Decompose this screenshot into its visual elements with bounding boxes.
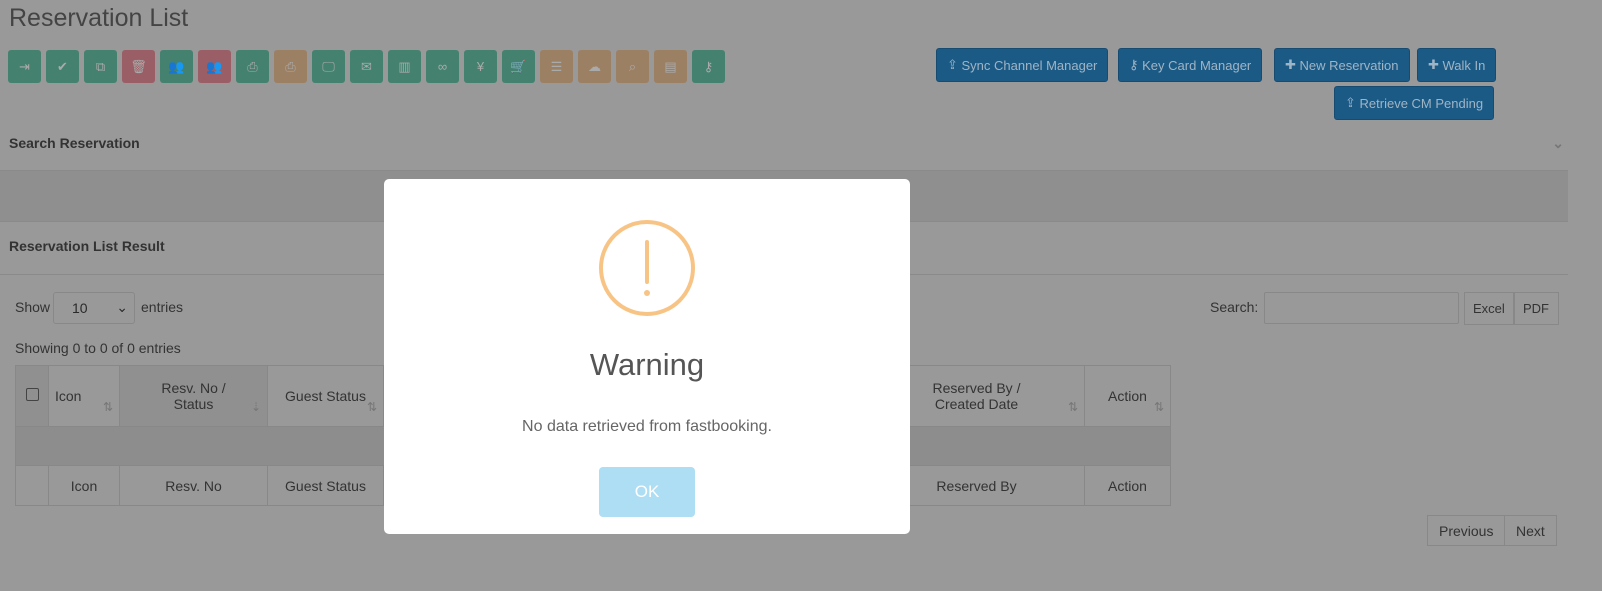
- section-title: Search Reservation: [9, 135, 140, 151]
- entries-select[interactable]: 10 ⌄: [53, 292, 135, 324]
- check-in-icon: ⇥: [19, 58, 30, 74]
- yen-icon: ¥: [476, 59, 485, 74]
- group-remove-icon: 👥: [206, 58, 223, 74]
- sync-channel-manager-button[interactable]: ⇪ Sync Channel Manager: [936, 48, 1109, 82]
- cart-button[interactable]: 🛒: [502, 50, 535, 83]
- check-icon: ✔: [57, 58, 68, 74]
- search-reservation-header[interactable]: Search Reservation ⌄: [0, 135, 1568, 151]
- label: Retrieve CM Pending: [1359, 95, 1484, 111]
- header-label: Reserved By / Created Date: [932, 380, 1021, 412]
- check-button[interactable]: ✔: [46, 50, 79, 83]
- column-header[interactable]: Action ⇅: [1084, 365, 1171, 427]
- search-icon: ⌕: [628, 58, 637, 74]
- header-label: Guest Status: [285, 388, 366, 404]
- list-icon: ☰: [550, 58, 563, 74]
- monitor-icon: 🖵: [322, 58, 335, 74]
- label: Walk In: [1442, 57, 1486, 73]
- page-title: Reservation List: [9, 4, 189, 32]
- chevron-down-icon: ⌄: [116, 299, 128, 315]
- sort-icon[interactable]: ⇅: [367, 400, 377, 414]
- select-all-checkbox[interactable]: [15, 365, 49, 427]
- show-label: Show: [15, 299, 51, 315]
- copy-icon: ⧉: [95, 58, 106, 74]
- footer-cell: Guest Status: [267, 465, 384, 506]
- search-button[interactable]: ⌕: [616, 50, 649, 83]
- envelope-button[interactable]: ✉: [350, 50, 383, 83]
- toolbar: ⇥ ✔ ⧉ 🗑 👥 👥 ⎙ ⎙ 🖵 ✉ ▥ ∞ ¥ 🛒 ☰ ☁ ⌕ ▤ ⚷: [8, 50, 725, 83]
- check-in-button[interactable]: ⇥: [8, 50, 41, 83]
- print-button[interactable]: ⎙: [236, 50, 269, 83]
- print-alt-button[interactable]: ⎙: [274, 50, 307, 83]
- label: Sync Channel Manager: [961, 57, 1098, 73]
- yen-button[interactable]: ¥: [464, 50, 497, 83]
- group-icon: 👥: [168, 58, 185, 74]
- envelope-icon: ✉: [361, 58, 372, 74]
- select-value: 10: [72, 300, 88, 316]
- excel-button[interactable]: Excel: [1464, 292, 1514, 325]
- group-remove-button[interactable]: 👥: [198, 50, 231, 83]
- book-open-button[interactable]: ▥: [388, 50, 421, 83]
- sort-icon[interactable]: ⇅: [1068, 400, 1078, 414]
- warning-modal: Warning No data retrieved from fastbooki…: [384, 179, 910, 534]
- sort-icon[interactable]: ⇣: [251, 400, 261, 414]
- modal-message: No data retrieved from fastbooking.: [522, 418, 772, 435]
- column-header[interactable]: Guest Status ⇅: [267, 365, 384, 427]
- entries-label: entries: [141, 299, 184, 315]
- copy-button[interactable]: ⧉: [84, 50, 117, 83]
- ok-button[interactable]: OK: [599, 467, 695, 517]
- print-alt-icon: ⎙: [285, 58, 296, 74]
- trash-button[interactable]: 🗑: [122, 50, 155, 83]
- warning-icon: [599, 220, 695, 316]
- book-icon: ▤: [664, 58, 677, 74]
- book-button[interactable]: ▤: [654, 50, 687, 83]
- sort-icon[interactable]: ⇅: [103, 400, 113, 414]
- walk-in-button[interactable]: ✚ Walk In: [1417, 48, 1497, 82]
- column-header[interactable]: Icon ⇅: [48, 365, 120, 427]
- pdf-button[interactable]: PDF: [1514, 292, 1559, 325]
- column-header[interactable]: Resv. No / Status ⇣: [119, 365, 268, 427]
- new-reservation-button[interactable]: ✚ New Reservation: [1274, 48, 1410, 82]
- chevron-down-icon[interactable]: ⌄: [1552, 135, 1564, 152]
- footer-cell: Action: [1084, 465, 1171, 506]
- retrieve-cm-pending-button[interactable]: ⇪ Retrieve CM Pending: [1334, 86, 1495, 120]
- key-icon: ⚷: [703, 58, 714, 74]
- trash-icon: 🗑: [130, 58, 147, 74]
- print-icon: ⎙: [247, 58, 258, 74]
- previous-button[interactable]: Previous: [1427, 515, 1506, 546]
- header-label: Action: [1108, 388, 1147, 404]
- link-icon: ∞: [437, 59, 448, 74]
- cloud-upload-button[interactable]: ☁: [578, 50, 611, 83]
- next-button[interactable]: Next: [1504, 515, 1557, 546]
- search-input[interactable]: [1264, 292, 1459, 324]
- search-label: Search:: [1210, 299, 1259, 315]
- header-label: Icon: [55, 388, 82, 404]
- header-label: Resv. No / Status: [161, 380, 226, 412]
- key-button[interactable]: ⚷: [692, 50, 725, 83]
- modal-title: Warning: [589, 347, 705, 382]
- link-button[interactable]: ∞: [426, 50, 459, 83]
- footer-cell: Icon: [48, 465, 120, 506]
- table-info: Showing 0 to 0 of 0 entries: [15, 340, 181, 356]
- monitor-button[interactable]: 🖵: [312, 50, 345, 83]
- book-open-icon: ▥: [398, 58, 411, 74]
- footer-cell: [15, 465, 49, 506]
- key-card-manager-button[interactable]: ⚷ Key Card Manager: [1118, 48, 1263, 82]
- cart-icon: 🛒: [510, 58, 527, 74]
- label: New Reservation: [1299, 57, 1399, 73]
- group-button[interactable]: 👥: [160, 50, 193, 83]
- list-button[interactable]: ☰: [540, 50, 573, 83]
- label: Key Card Manager: [1142, 57, 1252, 73]
- sort-icon[interactable]: ⇅: [1154, 400, 1164, 414]
- cloud-upload-icon: ☁: [588, 58, 601, 74]
- footer-cell: Resv. No: [119, 465, 268, 506]
